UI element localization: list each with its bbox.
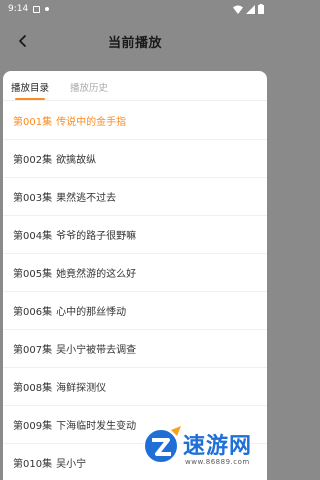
episode-list: 第001集 传说中的金手指 第002集 欲擒故纵 第003集 果然逃不过去 第0… — [3, 102, 267, 480]
episode-number: 第006集 — [13, 307, 53, 318]
episode-title: 传说中的金手指 — [56, 117, 127, 128]
episode-title: 果然逃不过去 — [56, 193, 117, 204]
notification-icon — [33, 5, 41, 13]
signal-icon — [246, 4, 255, 14]
episode-number: 第007集 — [13, 345, 53, 356]
status-bar: 9:14 — [0, 0, 270, 18]
episode-title: 心中的那丝悸动 — [56, 307, 127, 318]
episode-item[interactable]: 第001集 传说中的金手指 — [3, 102, 267, 140]
episode-number: 第009集 — [13, 421, 53, 432]
episode-item[interactable]: 第005集 她竟然游的这么好 — [3, 254, 267, 292]
header: 当前播放 — [0, 18, 270, 64]
episode-number: 第005集 — [13, 269, 53, 280]
episode-number: 第003集 — [13, 193, 53, 204]
episode-title: 爷爷的路子很野嘛 — [56, 231, 137, 242]
battery-icon — [258, 4, 264, 14]
tab-active-indicator — [15, 98, 45, 100]
status-time: 9:14 — [8, 4, 29, 14]
episode-item[interactable]: 第008集 海鲜探测仪 — [3, 368, 267, 406]
wifi-icon — [233, 5, 243, 14]
episode-number: 第008集 — [13, 383, 53, 394]
episode-item[interactable]: 第002集 欲擒故纵 — [3, 140, 267, 178]
episode-number: 第002集 — [13, 155, 53, 166]
episode-item[interactable]: 第006集 心中的那丝悸动 — [3, 292, 267, 330]
tab-catalog[interactable]: 播放目录 — [11, 80, 49, 94]
episode-item[interactable]: 第009集 下海临时发生变动 — [3, 406, 267, 444]
episode-title: 海鲜探测仪 — [56, 383, 107, 394]
episode-item[interactable]: 第004集 爷爷的路子很野嘛 — [3, 216, 267, 254]
episode-title: 吴小宁 — [56, 459, 87, 470]
episode-number: 第010集 — [13, 459, 53, 470]
episode-item[interactable]: 第007集 吴小宁被带去调查 — [3, 330, 267, 368]
tab-bar: 播放目录 播放历史 — [3, 71, 267, 101]
status-left: 9:14 — [8, 4, 50, 14]
playlist-sheet: 播放目录 播放历史 第001集 传说中的金手指 第002集 欲擒故纵 第003集… — [3, 71, 267, 480]
status-right — [233, 4, 264, 14]
episode-title: 吴小宁被带去调查 — [56, 345, 137, 356]
episode-item[interactable]: 第010集 吴小宁 — [3, 444, 267, 480]
tab-history[interactable]: 播放历史 — [70, 80, 108, 94]
back-arrow-icon — [19, 35, 26, 47]
back-button[interactable] — [12, 30, 34, 52]
dot-icon — [45, 7, 50, 11]
episode-title: 下海临时发生变动 — [56, 421, 137, 432]
episode-number: 第001集 — [13, 117, 53, 128]
episode-number: 第004集 — [13, 231, 53, 242]
page-title: 当前播放 — [107, 35, 162, 51]
episode-item[interactable]: 第003集 果然逃不过去 — [3, 178, 267, 216]
episode-title: 她竟然游的这么好 — [56, 269, 137, 280]
episode-title: 欲擒故纵 — [56, 155, 97, 166]
